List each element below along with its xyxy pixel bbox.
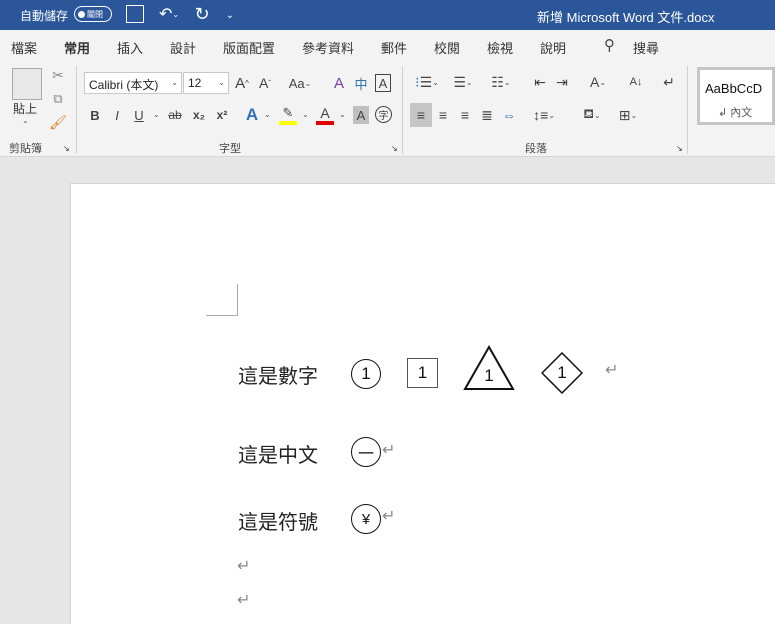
redo-icon[interactable]: ↻ (192, 3, 212, 25)
clipboard-group-label: 剪貼簿 (9, 143, 42, 155)
text-effects-icon[interactable]: A (243, 104, 261, 126)
paste-button[interactable]: 貼上 (13, 100, 37, 117)
copy-icon[interactable]: ⧉ (50, 90, 66, 108)
undo-icon[interactable]: ↶ ⌄ (154, 4, 184, 24)
change-case-label: Aa (288, 75, 305, 91)
diamond-number-1[interactable]: 1 (541, 352, 583, 394)
paragraph-mark: ↵ (382, 442, 396, 459)
increase-indent-icon[interactable]: ⇥ (553, 72, 571, 92)
tab-design[interactable]: 設計 (170, 38, 196, 57)
highlight-icon[interactable]: ✎ (279, 105, 297, 125)
ribbon-tabs: 檔案 常用 插入 設計 版面配置 參考資料 郵件 校閱 檢視 說明 ⚲ 搜尋 (0, 30, 775, 64)
tab-references[interactable]: 參考資料 (302, 38, 354, 57)
sort-icon[interactable]: A↓ (627, 72, 645, 92)
justify-icon[interactable]: ≣ (478, 103, 496, 127)
autosave-state: 關閉 (87, 9, 103, 19)
italic-button[interactable]: I (110, 105, 124, 125)
superscript-button[interactable]: x² (214, 105, 230, 125)
align-center-icon[interactable]: ≡ (434, 103, 452, 127)
triangled-number-1[interactable]: 1 (463, 359, 515, 389)
font-color-dropdown-icon[interactable]: ⌄ (339, 110, 346, 119)
underline-dropdown-icon[interactable]: ⌄ (153, 110, 160, 119)
squared-number-1[interactable]: 1 (407, 358, 438, 388)
shading-icon[interactable]: ⛾ ⌄ (576, 103, 608, 127)
change-case-button[interactable]: Aa ⌄ (285, 73, 315, 93)
doc-line-symbols-label[interactable]: 這是符號 (238, 506, 318, 535)
document-page[interactable]: 這是數字 1 1 1 1 ↵ 這是中文 一 ↵ 這是符號 ¥ ↵ ↵ ↵ (70, 183, 775, 624)
underline-button[interactable]: U (132, 105, 146, 125)
enclose-characters-icon[interactable]: 字 (375, 106, 392, 123)
borders-icon[interactable]: ⊞ ⌄ (612, 103, 644, 127)
tab-mailings[interactable]: 郵件 (381, 38, 407, 57)
save-icon[interactable] (126, 5, 144, 23)
font-name-dropdown[interactable]: Calibri (本文) ⌄ (84, 72, 182, 94)
font-launcher-icon[interactable]: ↘ (391, 144, 398, 153)
tab-help[interactable]: 說明 (540, 38, 566, 57)
paragraph-launcher-icon[interactable]: ↘ (676, 144, 683, 153)
document-title: 新增 Microsoft Word 文件.docx (537, 10, 715, 25)
search-icon[interactable]: ⚲ (604, 36, 615, 54)
format-painter-icon[interactable]: 🖌 (49, 113, 67, 131)
style-preview: AaBbCcD (705, 81, 763, 96)
character-border-icon[interactable]: A (375, 74, 391, 92)
tab-file[interactable]: 檔案 (11, 38, 37, 57)
align-left-icon[interactable]: ≡ (410, 103, 432, 127)
circled-number-1[interactable]: 1 (351, 359, 381, 389)
empty-paragraph-mark[interactable]: ↵ (237, 556, 250, 576)
paste-dropdown-icon[interactable]: ⌄ (22, 116, 29, 125)
subscript-button[interactable]: x₂ (191, 105, 207, 125)
highlight-dropdown-icon[interactable]: ⌄ (302, 110, 309, 119)
phonetic-guide-icon[interactable]: 中 (352, 73, 370, 93)
doc-line-chinese-label[interactable]: 這是中文 (238, 439, 318, 468)
search-label[interactable]: 搜尋 (633, 38, 659, 57)
style-name: ↲ 內文 (718, 107, 753, 119)
paragraph-group-label: 段落 (525, 143, 547, 155)
circled-chinese-one[interactable]: 一 (351, 437, 381, 467)
autosave-label: 自動儲存 (20, 9, 69, 23)
font-color-icon[interactable]: A (316, 105, 334, 125)
style-normal[interactable]: AaBbCcD ↲ 內文 (697, 67, 775, 125)
decrease-indent-icon[interactable]: ⇤ (531, 72, 549, 92)
cut-icon[interactable]: ✂ (50, 66, 66, 84)
text-effects-dropdown-icon[interactable]: ⌄ (264, 110, 271, 119)
character-shading-icon[interactable]: A (353, 106, 369, 124)
paragraph-mark: ↵ (382, 508, 396, 525)
asian-layout-icon[interactable]: A ⌄ (584, 72, 612, 92)
show-formatting-marks-icon[interactable]: ↵ (660, 72, 678, 92)
clipboard-launcher-icon[interactable]: ↘ (63, 144, 70, 153)
grow-font-icon[interactable]: A ^ (233, 73, 251, 93)
tab-insert[interactable]: 插入 (117, 38, 143, 57)
clear-formatting-icon[interactable]: A (330, 73, 348, 93)
paragraph-mark: ↵ (605, 362, 619, 379)
title-bar: 自動儲存 關閉 ↶ ⌄ ↻ ⌄ 新增 Microsoft Word 文件.docx (0, 0, 775, 30)
circled-yen-symbol[interactable]: ¥ (351, 504, 381, 534)
ribbon: 貼上 ⌄ ✂ ⧉ 🖌 剪貼簿 ↘ Calibri (本文) ⌄ 12 ⌄ A ^ Aˇ… (0, 60, 775, 157)
autosave-toggle[interactable]: 關閉 (74, 6, 112, 22)
numbering-icon[interactable]: ☰ ⌄ (448, 72, 478, 92)
bold-button[interactable]: B (88, 105, 102, 125)
strikethrough-button[interactable]: ab (166, 105, 184, 125)
customize-toolbar-icon[interactable]: ⌄ (224, 6, 236, 24)
line-spacing-icon[interactable]: ↕≡ ⌄ (529, 103, 559, 127)
doc-line-numbers-label[interactable]: 這是數字 (238, 360, 318, 389)
bullets-icon[interactable]: ⁝ ☰ ⌄ (412, 72, 442, 92)
font-group-label: 字型 (219, 143, 241, 155)
margin-crop-mark (206, 284, 238, 316)
tab-view[interactable]: 檢視 (487, 38, 513, 57)
tab-home[interactable]: 常用 (64, 38, 91, 64)
distributed-icon[interactable]: ⇔ (500, 103, 518, 127)
empty-paragraph-mark[interactable]: ↵ (237, 590, 250, 610)
tab-layout[interactable]: 版面配置 (223, 38, 275, 57)
align-right-icon[interactable]: ≡ (456, 103, 474, 127)
font-size-value: 12 (188, 76, 202, 90)
multilevel-list-icon[interactable]: ☷ ⌄ (486, 72, 516, 92)
shrink-font-icon[interactable]: Aˇ (256, 73, 274, 93)
font-size-dropdown[interactable]: 12 ⌄ (183, 72, 229, 94)
font-name-value: Calibri (本文) (89, 78, 159, 92)
tab-review[interactable]: 校閱 (434, 38, 460, 57)
paste-icon[interactable] (12, 68, 42, 100)
